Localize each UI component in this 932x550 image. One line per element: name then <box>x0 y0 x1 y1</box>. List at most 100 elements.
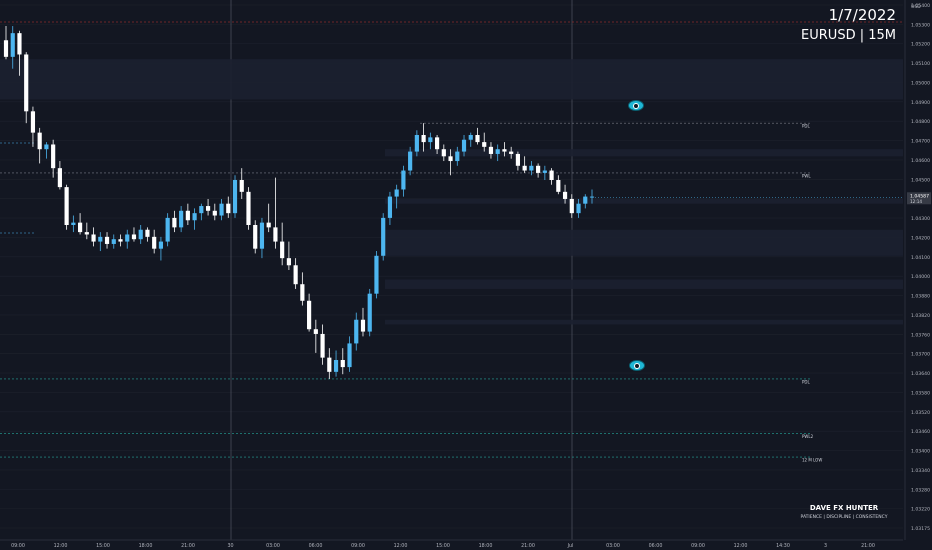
eye-icon[interactable] <box>629 101 643 110</box>
bull-candle <box>381 217 386 256</box>
y-tick-label: 1.03580 <box>911 390 930 396</box>
y-tick-label: 1.03220 <box>911 507 930 513</box>
bear-candle <box>475 135 480 143</box>
bear-candle <box>118 239 123 242</box>
bull-candle <box>529 165 534 171</box>
bull-candle <box>583 196 588 204</box>
bear-candle <box>536 165 541 173</box>
bear-candle <box>488 146 494 154</box>
level-label: PWL2 <box>802 434 814 439</box>
level-label: PWL <box>802 173 811 178</box>
range-zone <box>385 279 903 289</box>
x-tick-label: 12:00 <box>394 543 408 549</box>
eye-icon[interactable] <box>630 361 644 370</box>
level-label: PDL <box>802 379 810 384</box>
x-tick-label: 30 <box>227 543 233 549</box>
bear-candle <box>185 210 190 221</box>
y-tick-label: 1.03280 <box>911 487 930 493</box>
y-tick-label: 1.04700 <box>911 139 930 145</box>
bear-candle <box>448 156 453 162</box>
bear-candle <box>51 144 56 169</box>
candlestick-chart[interactable]: PDLPWLPDLPWL212 M LOW 1.054001.053001.05… <box>0 0 932 550</box>
x-tick-label: 12:00 <box>734 543 748 549</box>
bear-candle <box>515 153 520 166</box>
bear-candle <box>37 132 42 150</box>
bull-candle <box>232 180 238 214</box>
bear-candle <box>17 33 22 55</box>
bear-candle <box>502 149 507 152</box>
x-tick-label: 09:00 <box>351 543 365 549</box>
bull-candle <box>414 135 419 152</box>
bull-candle <box>219 203 224 216</box>
y-tick-label: 1.03820 <box>911 313 930 319</box>
x-tick-label: 14:30 <box>776 543 790 549</box>
bear-candle <box>562 191 568 199</box>
supply-zone <box>0 59 903 100</box>
bear-candle <box>273 227 278 242</box>
y-tick-label: 1.03760 <box>911 332 930 338</box>
x-tick-label: 15:00 <box>436 543 450 549</box>
current-price-countdown: 12:14 <box>910 199 922 204</box>
bull-candle <box>387 196 393 218</box>
x-tick-label: 18:00 <box>479 543 493 549</box>
bull-candle <box>408 151 413 171</box>
bull-candle <box>468 135 473 140</box>
bear-candle <box>226 203 231 214</box>
x-tick-label: 03:00 <box>606 543 620 549</box>
level-label: 12 M LOW <box>802 458 822 463</box>
y-tick-label: 1.05000 <box>911 80 930 86</box>
bear-candle <box>522 165 527 171</box>
level-label: PDL <box>802 124 810 129</box>
y-tick-label: 1.03640 <box>911 371 930 377</box>
range-zone <box>385 319 903 325</box>
bull-candle <box>165 217 170 242</box>
bull-candle <box>589 196 595 198</box>
bear-candle <box>78 222 83 233</box>
bear-candle <box>172 217 177 228</box>
bull-candle <box>394 189 399 197</box>
y-tick-label: 1.04800 <box>911 119 930 125</box>
bull-candle <box>10 33 15 57</box>
brand-tagline: PATIENCE | DISCIPLINE | CONSISTENCY <box>800 515 888 520</box>
bear-candle <box>360 319 366 332</box>
bear-candle <box>246 191 251 225</box>
bull-candle <box>354 319 359 344</box>
bear-candle <box>549 170 554 180</box>
y-tick-label: 1.03880 <box>911 294 930 300</box>
bull-candle <box>347 343 352 368</box>
y-tick-label: 1.03520 <box>911 410 930 416</box>
x-tick-label: 15:00 <box>96 543 110 549</box>
bear-candle <box>91 234 96 242</box>
bear-candle <box>205 206 211 211</box>
x-tick-label: 18:00 <box>139 543 153 549</box>
bear-candle <box>3 40 9 57</box>
x-tick-label: 06:00 <box>649 543 663 549</box>
x-tick-label: 21:00 <box>861 543 875 549</box>
y-tick-label: 1.03340 <box>911 468 930 474</box>
bear-candle <box>421 135 426 143</box>
bear-candle <box>57 168 62 188</box>
bear-candle <box>307 300 312 330</box>
x-tick-label: 12:00 <box>54 543 68 549</box>
x-tick-label: 06:00 <box>309 543 323 549</box>
bull-candle <box>199 206 204 214</box>
bull-candle <box>455 151 460 162</box>
x-tick-label: 09:00 <box>11 543 25 549</box>
range-zone <box>385 198 903 204</box>
x-tick-label: 09:00 <box>691 543 705 549</box>
bull-candle <box>111 239 116 244</box>
bear-candle <box>104 236 110 244</box>
bear-candle <box>441 149 446 157</box>
bull-candle <box>179 210 184 228</box>
range-zone <box>385 229 903 256</box>
bull-candle <box>44 144 49 150</box>
bear-candle <box>266 222 271 228</box>
bear-candle <box>313 329 318 334</box>
bear-candle <box>556 180 561 192</box>
x-tick-label: Jul <box>567 543 574 549</box>
bull-candle <box>125 234 130 242</box>
y-tick-label: 1.05300 <box>911 22 930 28</box>
y-tick-label: 1.03400 <box>911 449 930 455</box>
x-tick-label: 3 <box>824 543 827 549</box>
y-tick-label: 1.04200 <box>911 235 930 241</box>
